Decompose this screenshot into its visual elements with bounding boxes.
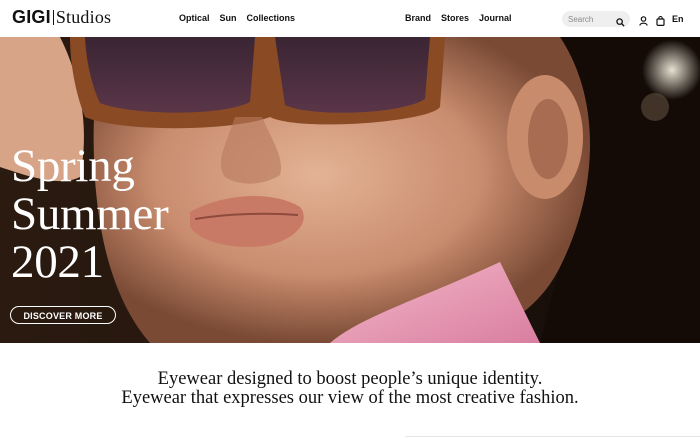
headline-line-3: 2021 xyxy=(11,236,104,288)
headline-line-2: Summer xyxy=(11,188,169,240)
nav-brand[interactable]: Brand xyxy=(405,13,431,23)
search-icon[interactable] xyxy=(616,14,625,32)
site-header: GIGI Studios Optical Sun Collections Bran… xyxy=(0,0,700,37)
nav-collections[interactable]: Collections xyxy=(247,13,296,23)
discover-more-button[interactable]: DISCOVER MORE xyxy=(10,306,116,324)
nav-sun[interactable]: Sun xyxy=(220,13,237,23)
user-icon[interactable] xyxy=(639,13,648,31)
search-input[interactable] xyxy=(568,13,612,25)
shopping-bag-icon[interactable] xyxy=(656,13,665,31)
logo-divider xyxy=(52,10,54,25)
section-divider xyxy=(405,436,700,437)
tagline-line-2: Eyewear that expresses our view of the m… xyxy=(121,388,579,408)
logo-part-studios: Studios xyxy=(55,7,112,27)
hero-banner: Spring Summer 2021 DISCOVER MORE xyxy=(0,37,700,343)
hero-headline: Spring Summer 2021 xyxy=(11,140,169,288)
nav-stores[interactable]: Stores xyxy=(441,13,469,23)
nav-optical[interactable]: Optical xyxy=(179,13,210,23)
headline-line-1: Spring xyxy=(11,140,135,192)
search-box[interactable] xyxy=(562,11,630,27)
brand-tagline: Eyewear designed to boost people’s uniqu… xyxy=(0,370,700,408)
logo-part-gigi: GIGI xyxy=(12,7,51,27)
nav-journal[interactable]: Journal xyxy=(479,13,512,23)
primary-nav: Optical Sun Collections xyxy=(179,13,295,23)
language-selector[interactable]: En xyxy=(672,14,684,24)
secondary-nav: Brand Stores Journal xyxy=(405,13,512,23)
tagline-line-1: Eyewear designed to boost people’s uniqu… xyxy=(157,369,543,389)
gigi-studios-logo[interactable]: GIGI Studios xyxy=(12,6,111,28)
